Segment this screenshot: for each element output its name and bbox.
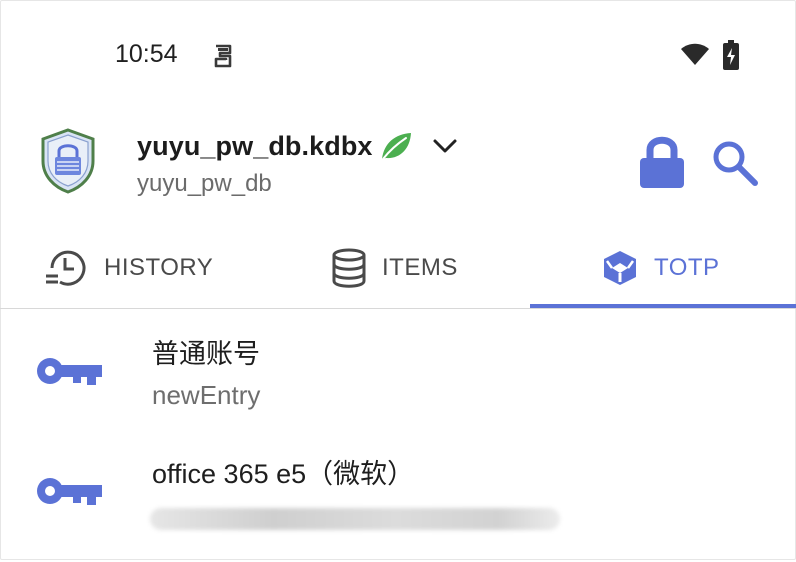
database-icon	[332, 248, 366, 288]
search-icon[interactable]	[710, 138, 760, 188]
totp-cube-icon	[604, 251, 636, 285]
app-notification-icon	[214, 44, 232, 68]
tab-totp-label: TOTP	[654, 254, 720, 281]
tab-history-label: HISTORY	[104, 254, 214, 281]
entry-subtitle: newEntry	[152, 380, 261, 410]
database-shield-icon	[41, 128, 95, 194]
database-filename: yuyu_pw_db.kdbx	[137, 130, 373, 161]
database-selector[interactable]: yuyu_pw_db.kdbx	[137, 130, 459, 162]
list-item[interactable]: 普通账号 newEntry	[0, 320, 796, 440]
entry-subtitle-blurred	[150, 508, 560, 530]
tab-bar: HISTORY ITEMS TOTP	[0, 232, 796, 309]
tab-items[interactable]: ITEMS	[330, 232, 458, 304]
key-icon	[37, 358, 102, 385]
history-icon	[46, 250, 86, 286]
list-item[interactable]: office 365 e5（微软）	[0, 442, 796, 562]
key-icon	[37, 478, 102, 505]
status-time: 10:54	[115, 40, 178, 68]
tab-selected-indicator	[530, 304, 796, 308]
battery-icon	[723, 40, 739, 70]
entry-title: office 365 e5（微软）	[152, 459, 415, 489]
leaf-icon	[381, 133, 411, 160]
tab-items-label: ITEMS	[382, 254, 458, 281]
entry-title: 普通账号	[152, 339, 260, 369]
chevron-down-icon[interactable]	[431, 136, 459, 156]
wifi-icon	[681, 43, 709, 65]
tab-totp[interactable]: TOTP	[600, 232, 720, 304]
lock-icon[interactable]	[636, 134, 688, 190]
tab-history[interactable]: HISTORY	[44, 232, 213, 304]
database-name: yuyu_pw_db	[137, 170, 272, 197]
